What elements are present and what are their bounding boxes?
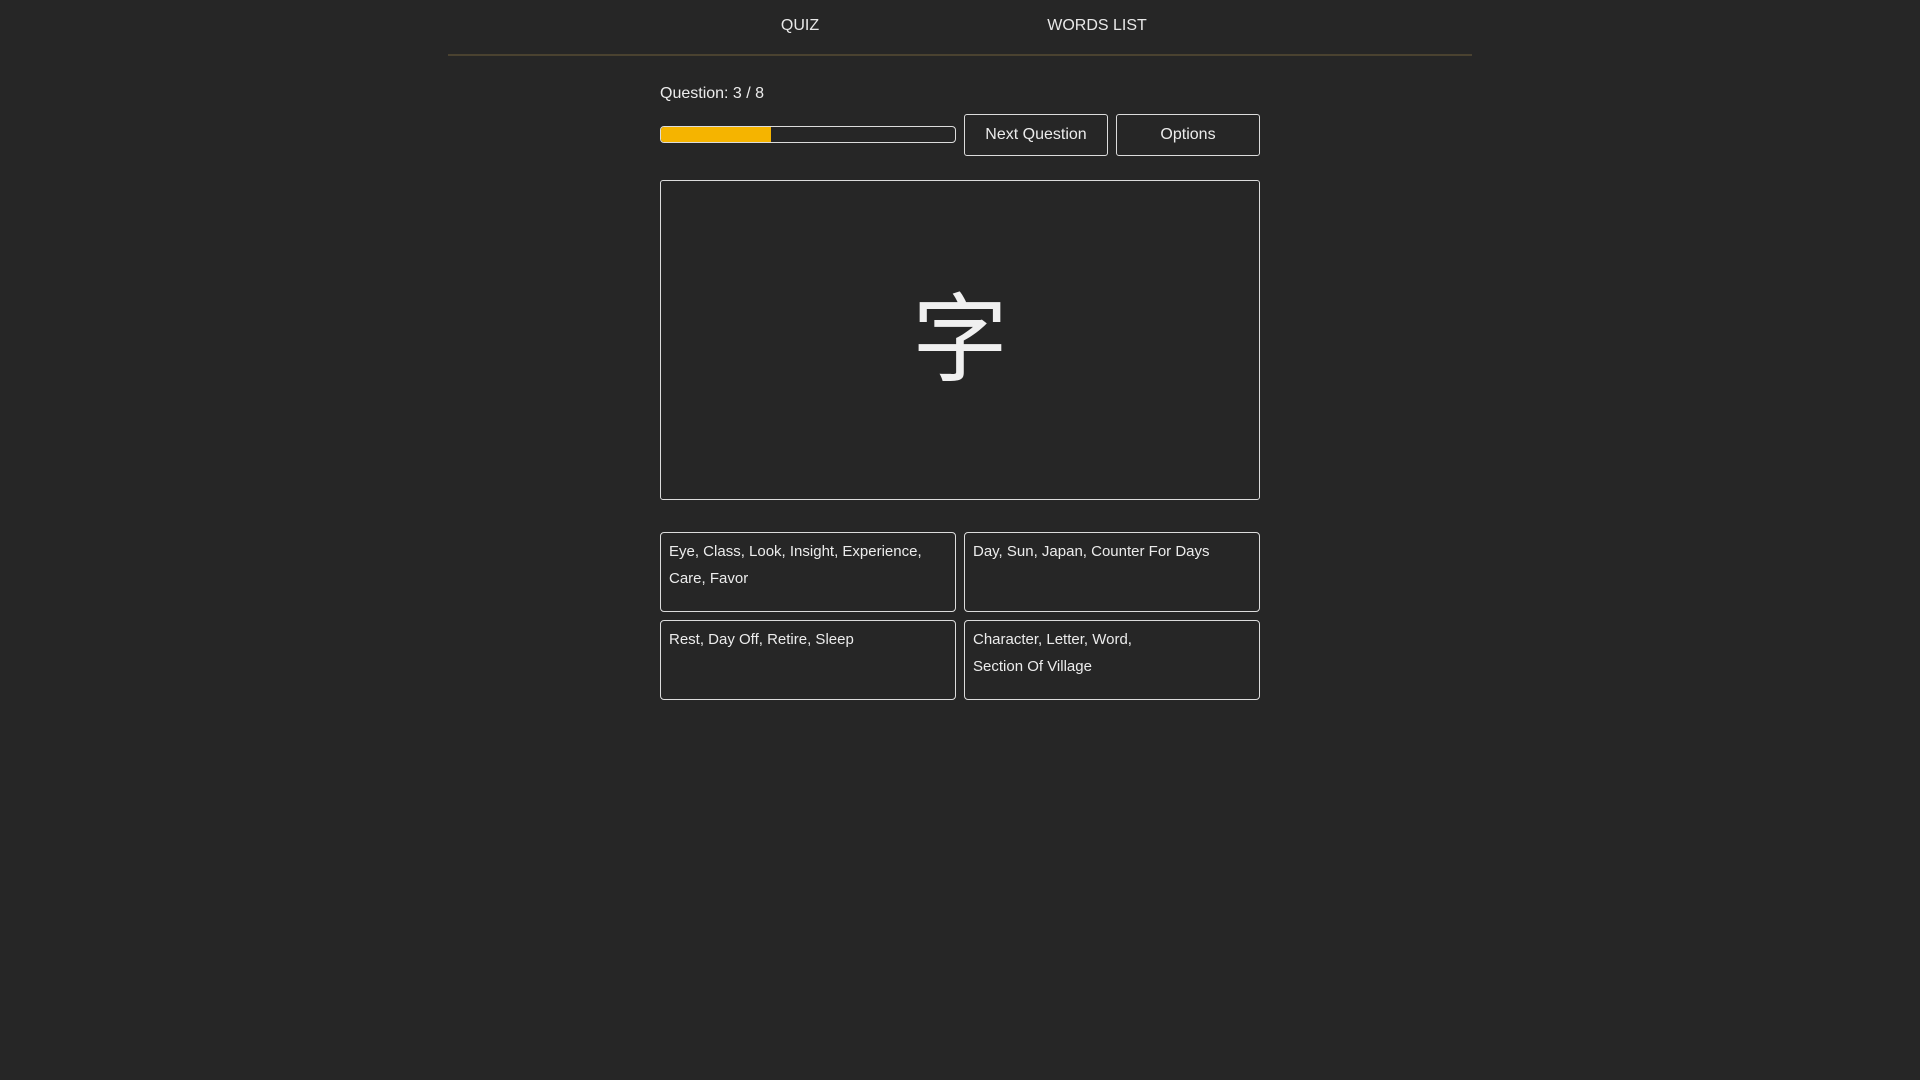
question-counter: Question: 3 / 8 (660, 85, 765, 102)
answer-option-2-line1: Day, Sun, Japan, Counter For Days (973, 543, 1210, 560)
nav-quiz-tab[interactable]: QUIZ (777, 17, 823, 35)
answer-option-4[interactable]: Character, Letter, Word, Section Of Vill… (964, 620, 1260, 700)
answer-option-3[interactable]: Rest, Day Off, Retire, Sleep (660, 620, 956, 700)
kanji-card: 字 (660, 180, 1260, 500)
quiz-progress-fill (661, 127, 772, 142)
kanji-character: 字 (912, 284, 1008, 396)
next-question-button[interactable]: Next Question (964, 114, 1108, 156)
options-button[interactable]: Options (1116, 114, 1260, 156)
nav-words-list-tab[interactable]: WORDS LIST (1047, 17, 1147, 35)
answer-option-1[interactable]: Eye, Class, Look, Insight, Experience, C… (660, 532, 956, 612)
top-nav: QUIZ WORDS LIST (448, 0, 1472, 56)
quiz-progress-bar (660, 126, 956, 143)
answer-option-2[interactable]: Day, Sun, Japan, Counter For Days (964, 532, 1260, 612)
answer-option-3-line1: Rest, Day Off, Retire, Sleep (669, 631, 854, 648)
